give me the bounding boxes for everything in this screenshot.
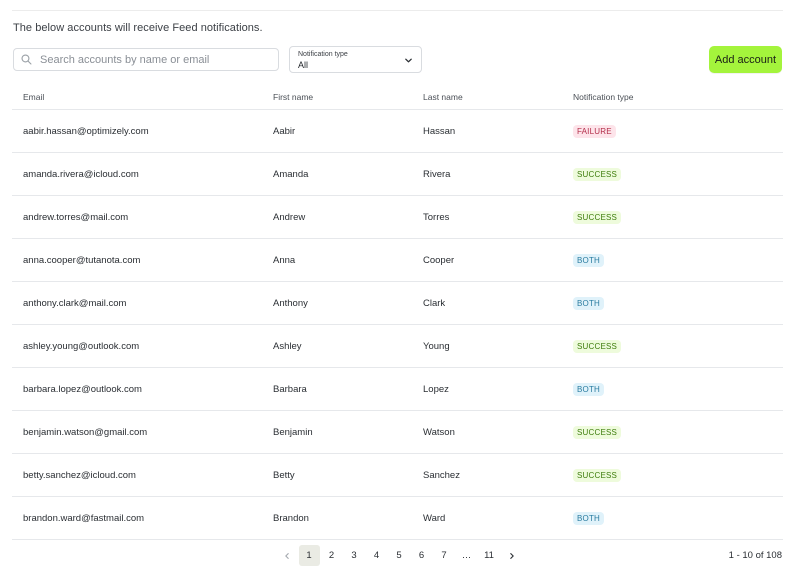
notification-type-cell: SUCCESS — [573, 468, 622, 482]
notification-type-badge: BOTH — [573, 382, 605, 396]
notification-type-label: Notification type — [298, 51, 348, 58]
email-cell: benjamin.watson@gmail.com — [23, 426, 148, 438]
notification-type-cell: SUCCESS — [573, 339, 622, 353]
notification-type-badge: BOTH — [573, 296, 605, 310]
table-row[interactable]: amanda.rivera@icloud.com Amanda Rivera SUCC… — [12, 153, 783, 196]
first-name-cell: Anna — [273, 254, 296, 266]
last-name-cell: Hassan — [423, 125, 456, 137]
column-header-first-name[interactable]: First name — [273, 92, 313, 102]
notification-type-badge: SUCCESS — [573, 210, 622, 224]
last-name-cell: Rivera — [423, 168, 451, 180]
email-cell: andrew.torres@mail.com — [23, 211, 129, 223]
email-cell: anthony.clark@mail.com — [23, 297, 127, 309]
previous-page-button[interactable] — [276, 545, 297, 566]
notification-type-cell: SUCCESS — [573, 167, 622, 181]
notification-type-badge: SUCCESS — [573, 425, 622, 439]
email-cell: aabir.hassan@optimizely.com — [23, 125, 149, 137]
first-name-cell: Aabir — [273, 125, 296, 137]
pagination: 1 2 3 4 5 6 7 … 11 — [276, 545, 524, 566]
notification-type-badge: BOTH — [573, 511, 605, 525]
chevron-right-icon — [509, 552, 514, 559]
table-row[interactable]: anna.cooper@tutanota.com Anna Cooper BOTH — [12, 239, 783, 282]
notification-type-select[interactable]: Notification type All — [289, 46, 422, 73]
notification-type-badge: SUCCESS — [573, 339, 622, 353]
last-name-cell: Sanchez — [423, 469, 460, 481]
pagination-range: 1 - 10 of 108 — [728, 550, 782, 561]
last-name-cell: Young — [423, 340, 450, 352]
email-cell: anna.cooper@tutanota.com — [23, 254, 141, 266]
email-cell: ashley.young@outlook.com — [23, 340, 140, 352]
table-row[interactable]: ashley.young@outlook.com Ashley Young SUCCE… — [12, 325, 783, 368]
search-input[interactable] — [40, 53, 260, 66]
first-name-cell: Amanda — [273, 168, 309, 180]
page-numbers: 1 2 3 4 5 6 7 … 11 — [298, 545, 502, 566]
column-header-email[interactable]: Email — [23, 92, 44, 102]
table-header: Email First name Last name Notification … — [12, 84, 783, 110]
first-name-cell: Brandon — [273, 512, 309, 524]
page-button[interactable]: 4 — [366, 545, 387, 566]
table-body: aabir.hassan@optimizely.com Aabir Hassan FA… — [12, 110, 783, 540]
page-button[interactable]: 6 — [411, 545, 432, 566]
first-name-cell: Anthony — [273, 297, 308, 309]
last-name-cell: Ward — [423, 512, 446, 524]
notification-type-cell: FAILURE — [573, 124, 616, 138]
last-name-cell: Torres — [423, 211, 450, 223]
email-cell: amanda.rivera@icloud.com — [23, 168, 139, 180]
page-button[interactable]: 1 — [298, 545, 320, 566]
chevron-down-icon — [405, 58, 412, 63]
table-row[interactable]: brandon.ward@fastmail.com Brandon Ward BOTH — [12, 497, 783, 540]
first-name-cell: Barbara — [273, 383, 307, 395]
intro-text: The below accounts will receive Feed not… — [13, 22, 263, 34]
first-name-cell: Benjamin — [273, 426, 313, 438]
page-button[interactable]: 5 — [389, 545, 410, 566]
page-button[interactable]: 3 — [344, 545, 365, 566]
table-row[interactable]: andrew.torres@mail.com Andrew Torres SUCCES… — [12, 196, 783, 239]
next-page-button[interactable] — [501, 545, 522, 566]
top-divider — [12, 10, 783, 11]
search-icon — [21, 54, 32, 65]
notification-type-cell: BOTH — [573, 296, 605, 310]
notification-type-badge: FAILURE — [573, 124, 616, 138]
table-row[interactable]: aabir.hassan@optimizely.com Aabir Hassan FA… — [12, 110, 783, 153]
notification-type-cell: BOTH — [573, 253, 605, 267]
first-name-cell: Betty — [273, 469, 295, 481]
first-name-cell: Ashley — [273, 340, 302, 352]
email-cell: brandon.ward@fastmail.com — [23, 512, 145, 524]
chevron-left-icon — [284, 552, 289, 559]
accounts-table: Email First name Last name Notification … — [12, 84, 783, 540]
table-row[interactable]: anthony.clark@mail.com Anthony Clark BOTH — [12, 282, 783, 325]
table-row[interactable]: betty.sanchez@icloud.com Betty Sanchez SUCC… — [12, 454, 783, 497]
email-cell: barbara.lopez@outlook.com — [23, 383, 142, 395]
table-row[interactable]: barbara.lopez@outlook.com Barbara Lopez BOT… — [12, 368, 783, 411]
last-name-cell: Watson — [423, 426, 455, 438]
notification-type-badge: SUCCESS — [573, 167, 622, 181]
column-header-notification-type[interactable]: Notification type — [573, 92, 633, 102]
pagination-ellipsis: … — [461, 550, 472, 561]
column-header-last-name[interactable]: Last name — [423, 92, 463, 102]
add-account-button[interactable]: Add account — [709, 46, 782, 73]
page-button[interactable]: 2 — [321, 545, 342, 566]
notification-type-badge: BOTH — [573, 253, 605, 267]
notification-type-cell: BOTH — [573, 382, 605, 396]
last-name-cell: Clark — [423, 297, 446, 309]
page-button[interactable]: 7 — [434, 545, 455, 566]
first-name-cell: Andrew — [273, 211, 306, 223]
email-cell: betty.sanchez@icloud.com — [23, 469, 136, 481]
table-row[interactable]: benjamin.watson@gmail.com Benjamin Watson S… — [12, 411, 783, 454]
search-box[interactable] — [13, 48, 279, 71]
last-name-cell: Lopez — [423, 383, 449, 395]
notification-type-cell: BOTH — [573, 511, 605, 525]
notification-type-value: All — [298, 60, 309, 70]
notification-type-cell: SUCCESS — [573, 425, 622, 439]
notification-type-badge: SUCCESS — [573, 468, 622, 482]
page-button[interactable]: 11 — [479, 545, 500, 566]
notification-type-cell: SUCCESS — [573, 210, 622, 224]
last-name-cell: Cooper — [423, 254, 455, 266]
